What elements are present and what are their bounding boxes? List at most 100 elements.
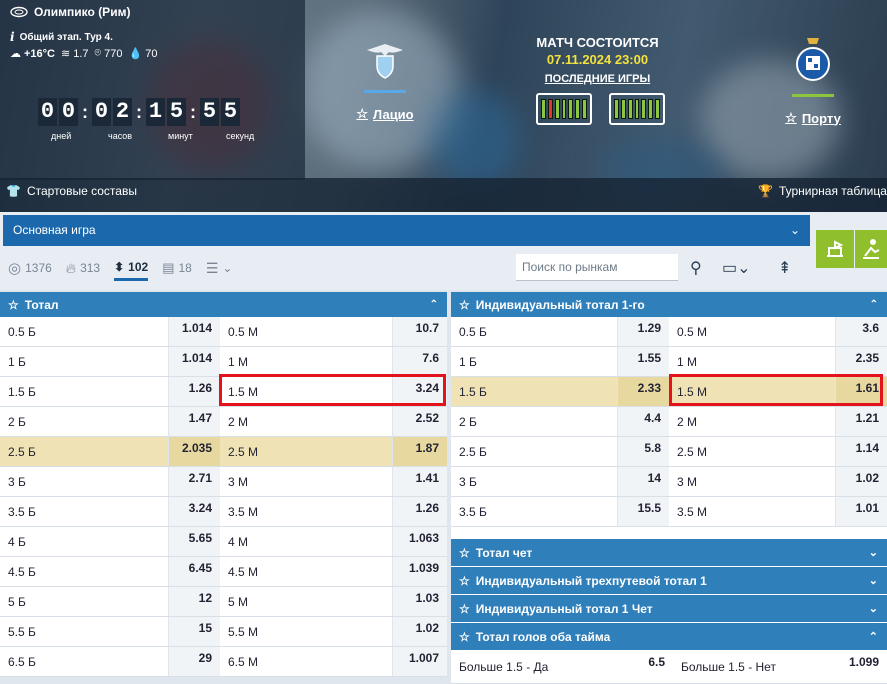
tab-count[interactable]: 18 xyxy=(179,261,192,275)
outcome-label[interactable]: 2.5 Б xyxy=(451,437,617,466)
market-title[interactable]: Тотал xyxy=(25,298,59,312)
chevron-down-icon[interactable]: ⌄ xyxy=(869,574,878,587)
outcome-label[interactable]: 3.5 М xyxy=(669,497,835,526)
outcome-odds[interactable]: 1.02 xyxy=(835,467,887,496)
outcome-label[interactable]: 2.5 Б xyxy=(0,437,168,466)
outcome-odds[interactable]: 2.71 xyxy=(168,467,220,496)
outcome-odds[interactable]: 4.4 xyxy=(617,407,669,436)
outcome-label[interactable]: 1 М xyxy=(220,347,392,376)
tab-all[interactable]: ◎ 1376 xyxy=(8,255,52,281)
outcome-odds[interactable]: 1.02 xyxy=(392,617,447,646)
outcome-label[interactable]: 1.5 М xyxy=(669,377,835,406)
outcome-odds[interactable]: 3.24 xyxy=(392,377,447,406)
collapse-up-icon[interactable]: ⇞ xyxy=(778,258,791,278)
outcome-label[interactable]: 3 М xyxy=(669,467,835,496)
outcome-odds[interactable]: 10.7 xyxy=(392,317,447,346)
lineups-link[interactable]: 👕 Стартовые составы xyxy=(6,184,137,198)
away-form-indicator[interactable] xyxy=(609,93,665,125)
away-team[interactable]: ☆ Порту xyxy=(768,36,858,127)
outcome-label[interactable]: 0.5 М xyxy=(220,317,392,346)
columns-layout-icon[interactable]: ▭⌄ xyxy=(722,258,751,278)
outcome-odds[interactable]: 1.039 xyxy=(392,557,447,586)
star-icon[interactable]: ☆ xyxy=(459,546,470,560)
market-title[interactable]: Тотал голов оба тайма xyxy=(476,630,611,644)
chevron-down-icon[interactable]: ⌄ xyxy=(869,546,878,559)
outcome-odds[interactable]: 5.8 xyxy=(617,437,669,466)
outcome-odds[interactable]: 5.65 xyxy=(168,527,220,556)
outcome-label[interactable]: 2 Б xyxy=(0,407,168,436)
home-form-indicator[interactable] xyxy=(536,93,592,125)
outcome-odds[interactable]: 3.6 xyxy=(835,317,887,346)
main-game-select-label[interactable]: Основная игра xyxy=(13,223,96,237)
outcome-label[interactable]: 2 М xyxy=(669,407,835,436)
chevron-down-icon[interactable]: ⌄ xyxy=(790,215,800,246)
outcome-odds[interactable]: 2.035 xyxy=(168,437,220,466)
outcome-odds[interactable]: 1.55 xyxy=(617,347,669,376)
outcome-label[interactable]: 2 М xyxy=(220,407,392,436)
outcome-label[interactable]: 0.5 Б xyxy=(0,317,168,346)
scoreboard-button[interactable] xyxy=(816,230,854,268)
outcome-label[interactable]: 3.5 М xyxy=(220,497,392,526)
market-header[interactable]: ☆ Тотал ⌃ xyxy=(0,292,447,317)
outcome-odds[interactable]: 2.35 xyxy=(835,347,887,376)
market-title[interactable]: Тотал чет xyxy=(476,546,532,560)
outcome-label[interactable]: Больше 1.5 - Да xyxy=(451,651,621,683)
outcome-label[interactable]: 5.5 Б xyxy=(0,617,168,646)
standings-label[interactable]: Турнирная таблица xyxy=(779,184,887,198)
outcome-odds[interactable]: 1.014 xyxy=(168,347,220,376)
market-header-collapsed[interactable]: ☆ Индивидуальный тотал 1 Чет ⌄ xyxy=(451,595,887,623)
outcome-label[interactable]: 1 М xyxy=(669,347,835,376)
chevron-down-icon[interactable]: ⌄ xyxy=(869,602,878,615)
chevron-up-icon[interactable]: ⌃ xyxy=(869,630,878,643)
star-icon[interactable]: ☆ xyxy=(8,298,19,312)
tab-count[interactable]: 102 xyxy=(128,260,148,274)
outcome-odds[interactable]: 2.33 xyxy=(617,377,669,406)
market-header[interactable]: ☆ Индивидуальный тотал 1-го ⌃ xyxy=(451,292,887,317)
search-icon[interactable]: ⚲ xyxy=(690,258,702,278)
chevron-up-icon[interactable]: ⌃ xyxy=(430,299,438,310)
star-icon[interactable]: ☆ xyxy=(459,602,470,616)
outcome-label[interactable]: 0.5 М xyxy=(669,317,835,346)
outcome-odds[interactable]: 1.61 xyxy=(835,377,887,406)
outcome-odds[interactable]: 6.5 xyxy=(621,651,673,683)
outcome-odds[interactable]: 1.21 xyxy=(835,407,887,436)
outcome-odds[interactable]: 29 xyxy=(168,647,220,676)
outcome-odds[interactable]: 1.87 xyxy=(392,437,447,466)
outcome-label[interactable]: 4 М xyxy=(220,527,392,556)
outcome-label[interactable]: 3 Б xyxy=(0,467,168,496)
outcome-label[interactable]: 1 Б xyxy=(451,347,617,376)
outcome-odds[interactable]: 1.26 xyxy=(392,497,447,526)
away-team-name[interactable]: Порту xyxy=(802,111,841,126)
home-team-name[interactable]: Лацио xyxy=(373,107,414,122)
outcome-label[interactable]: 3 Б xyxy=(451,467,617,496)
home-team[interactable]: ☆ Лацио xyxy=(340,40,430,123)
outcome-label[interactable]: 4 Б xyxy=(0,527,168,556)
outcome-label[interactable]: 1.5 Б xyxy=(0,377,168,406)
market-header[interactable]: ☆ Тотал голов оба тайма ⌃ xyxy=(451,623,887,651)
outcome-odds[interactable]: 15 xyxy=(168,617,220,646)
outcome-odds[interactable]: 1.41 xyxy=(392,467,447,496)
outcome-odds[interactable]: 12 xyxy=(168,587,220,616)
outcome-label[interactable]: 1.5 Б xyxy=(451,377,617,406)
outcome-label[interactable]: 3.5 Б xyxy=(451,497,617,526)
outcome-label[interactable]: 4.5 Б xyxy=(0,557,168,586)
outcome-label[interactable]: 5 Б xyxy=(0,587,168,616)
outcome-odds[interactable]: 1.03 xyxy=(392,587,447,616)
outcome-odds[interactable]: 1.01 xyxy=(835,497,887,526)
tab-more[interactable]: ☰ ⌄ xyxy=(206,255,233,281)
outcome-odds[interactable]: 1.014 xyxy=(168,317,220,346)
tab-stats[interactable]: ▤ 18 xyxy=(162,255,192,281)
outcome-label[interactable]: 4.5 М xyxy=(220,557,392,586)
outcome-label[interactable]: 2 Б xyxy=(451,407,617,436)
tab-popular[interactable]: 🔥︎ 313 xyxy=(66,255,100,281)
star-icon[interactable]: ☆ xyxy=(459,630,470,644)
outcome-label[interactable]: 5 М xyxy=(220,587,392,616)
market-title[interactable]: Индивидуальный тотал 1-го xyxy=(476,298,645,312)
standings-link[interactable]: 🏆 Турнирная таблица xyxy=(758,184,887,198)
outcome-label[interactable]: 2.5 М xyxy=(669,437,835,466)
outcome-label[interactable]: 6.5 Б xyxy=(0,647,168,676)
lineups-label[interactable]: Стартовые составы xyxy=(27,184,137,198)
star-icon[interactable]: ☆ xyxy=(459,574,470,588)
outcome-label[interactable]: 5.5 М xyxy=(220,617,392,646)
outcome-odds[interactable]: 1.007 xyxy=(392,647,447,676)
